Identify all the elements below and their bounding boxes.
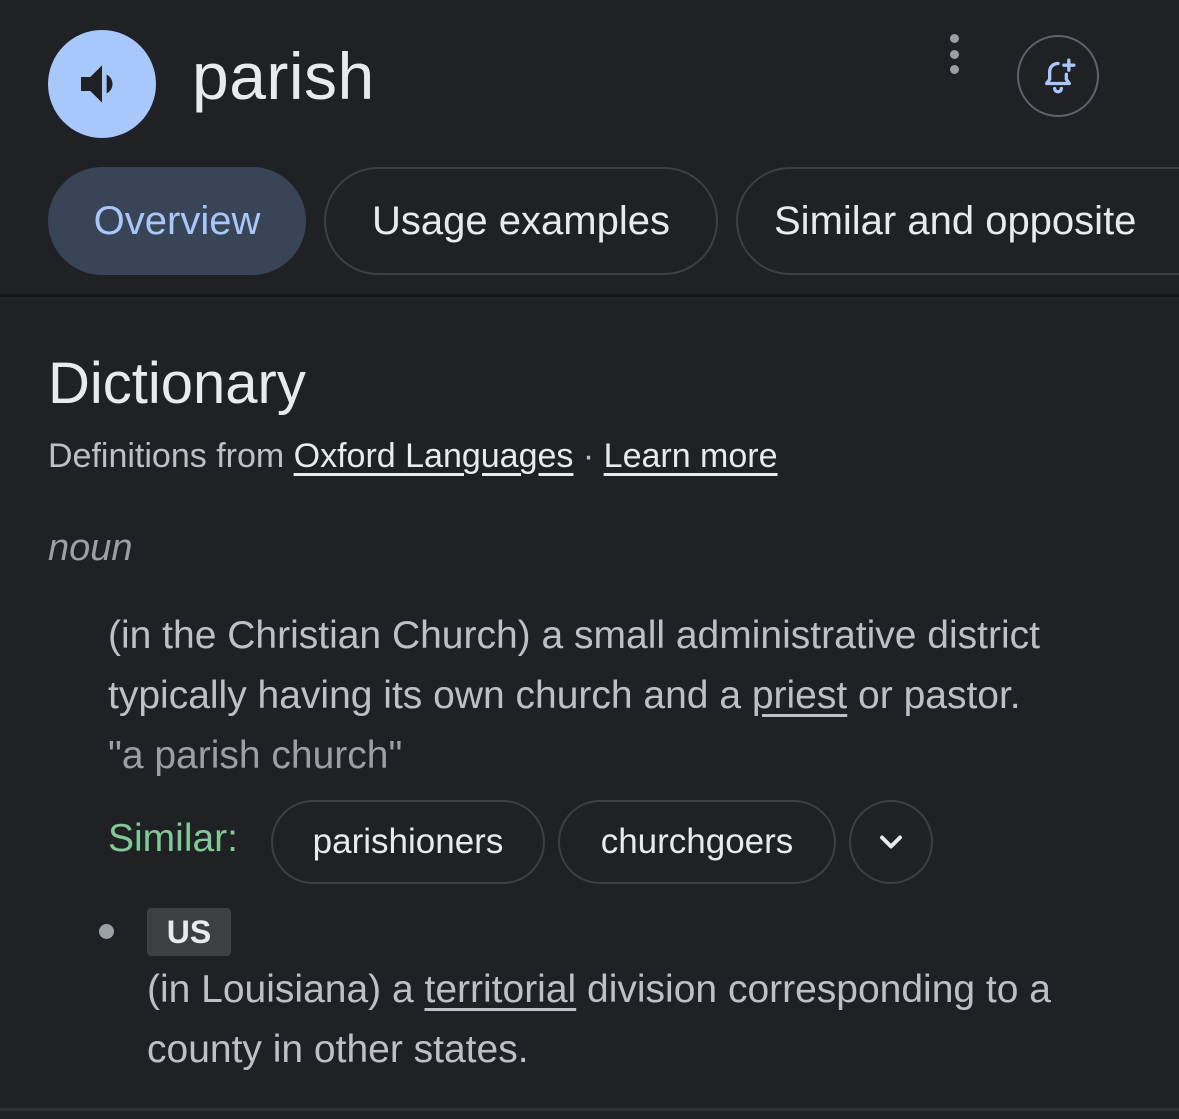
learn-more-link[interactable]: Learn more	[604, 437, 778, 475]
territorial-link[interactable]: territorial	[425, 968, 577, 1011]
tab-overview[interactable]: Overview	[48, 167, 306, 275]
part-of-speech: noun	[48, 527, 133, 569]
pronunciation-button[interactable]	[48, 30, 156, 138]
source-separator: ·	[582, 437, 595, 475]
similar-chip-churchgoers[interactable]: churchgoers	[558, 800, 836, 884]
more-options-button[interactable]	[936, 34, 972, 74]
definition-1-text-end: or pastor.	[847, 674, 1021, 717]
tab-divider	[0, 294, 1179, 297]
headword: parish	[192, 39, 375, 113]
section-title: Dictionary	[48, 351, 306, 416]
oxford-languages-link[interactable]: Oxford Languages	[294, 437, 574, 475]
region-badge: US	[147, 908, 231, 956]
similar-chip-parishioners[interactable]: parishioners	[271, 800, 545, 884]
definition-1: (in the Christian Church) a small admini…	[108, 606, 1148, 726]
bottom-divider	[0, 1108, 1179, 1111]
tab-usage-examples[interactable]: Usage examples	[324, 167, 718, 275]
definition-2: (in Louisiana) a territorial division co…	[147, 960, 1157, 1080]
chevron-down-icon	[880, 835, 902, 849]
expand-similar-button[interactable]	[849, 800, 933, 884]
usage-example: "a parish church"	[108, 734, 403, 777]
priest-link[interactable]: priest	[752, 674, 847, 717]
source-prefix: Definitions from	[48, 437, 285, 475]
more-vert-icon	[949, 34, 959, 43]
tab-similar-and-opposite[interactable]: Similar and opposite	[736, 167, 1179, 275]
definition-2-text: (in Louisiana) a	[147, 968, 425, 1011]
subscribe-bell-button[interactable]	[1017, 35, 1099, 117]
bell-plus-icon	[1045, 58, 1076, 94]
volume-up-icon	[81, 65, 113, 103]
similar-label: Similar:	[108, 817, 239, 860]
dictionary-page: parish Overview Usage examples Similar a…	[0, 0, 1179, 1119]
list-bullet	[99, 924, 114, 939]
definitions-source: Definitions from Oxford Languages · Lear…	[48, 437, 778, 476]
